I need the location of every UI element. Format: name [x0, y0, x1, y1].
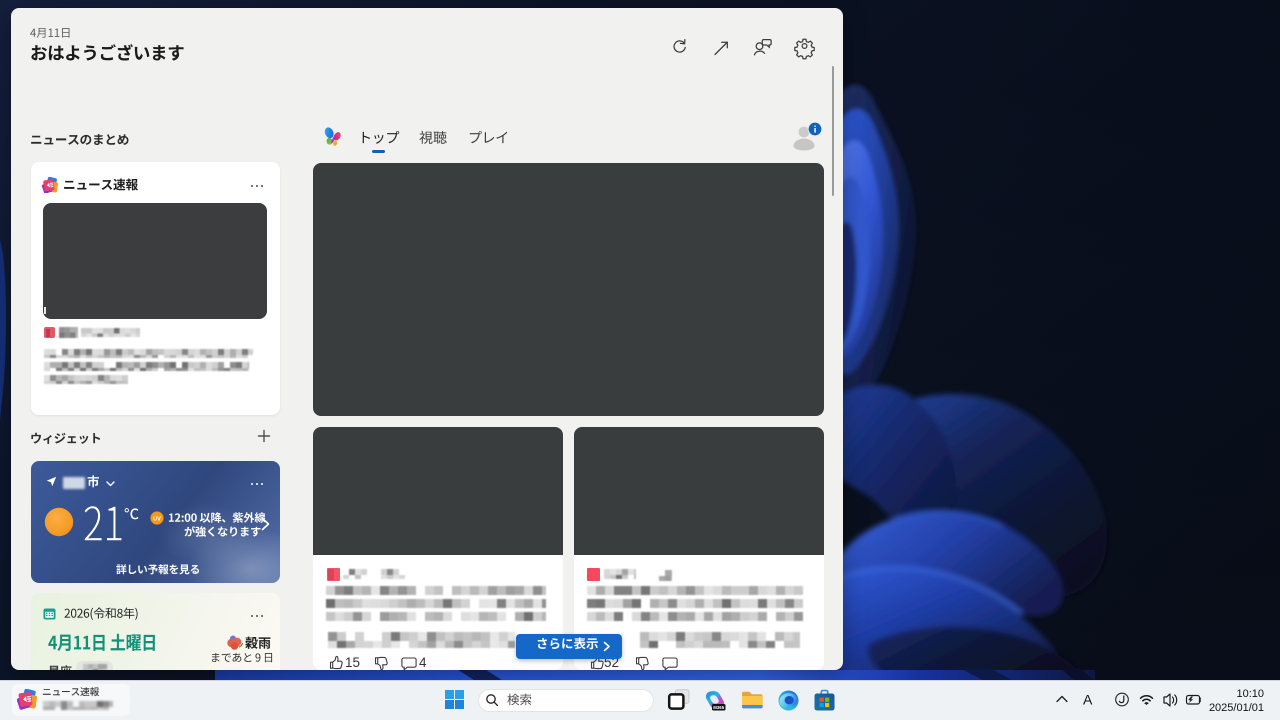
svg-text:M365: M365: [713, 705, 725, 710]
svg-text:UV: UV: [153, 516, 161, 522]
svg-text:A: A: [1083, 692, 1093, 708]
